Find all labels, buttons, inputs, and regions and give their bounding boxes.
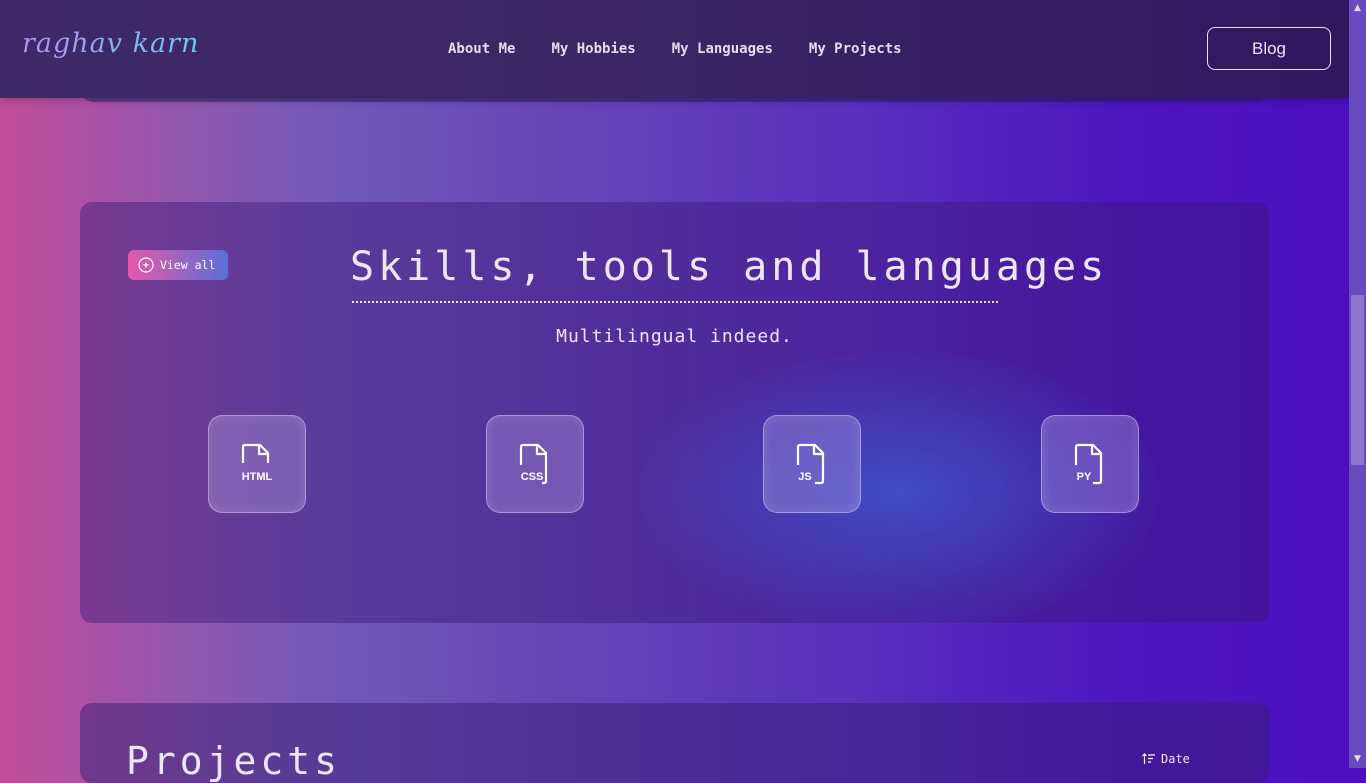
skills-section: View all Skills, tools and languages Mul…	[80, 202, 1269, 623]
main-nav: About Me My Hobbies My Languages My Proj…	[448, 41, 902, 57]
svg-text:PY: PY	[1077, 471, 1092, 483]
projects-title: Projects	[126, 739, 342, 783]
js-file-icon: JS	[796, 443, 825, 485]
blog-button[interactable]: Blog	[1207, 27, 1331, 70]
language-tile-css[interactable]: CSS	[486, 415, 584, 513]
language-tile-html[interactable]: HTML	[208, 415, 306, 513]
svg-text:JS: JS	[798, 471, 811, 483]
view-all-button[interactable]: View all	[128, 250, 228, 280]
language-tile-js[interactable]: JS	[763, 415, 861, 513]
logo[interactable]: raghav karn	[22, 28, 199, 59]
py-file-icon: PY	[1074, 443, 1103, 485]
site-header: raghav karn About Me My Hobbies My Langu…	[0, 0, 1349, 98]
sort-by-date-button[interactable]: Date	[1142, 752, 1190, 766]
sort-label: Date	[1161, 752, 1190, 766]
section-subtitle: Multilingual indeed.	[556, 326, 793, 347]
sparkle-circle-icon	[138, 257, 154, 273]
projects-section: Projects Date	[80, 703, 1269, 783]
svg-text:CSS: CSS	[521, 471, 544, 483]
scrollbar-thumb[interactable]	[1351, 295, 1364, 465]
nav-my-hobbies[interactable]: My Hobbies	[551, 41, 635, 57]
view-all-label: View all	[160, 258, 216, 272]
svg-text:HTML: HTML	[242, 471, 273, 483]
nav-my-languages[interactable]: My Languages	[672, 41, 773, 57]
nav-my-projects[interactable]: My Projects	[809, 41, 902, 57]
vertical-scrollbar[interactable]: ▲ ▼	[1349, 0, 1366, 768]
scroll-down-arrow-icon[interactable]: ▼	[1349, 751, 1366, 768]
sort-icon	[1142, 753, 1155, 764]
section-title: Skills, tools and languages	[350, 244, 1109, 290]
css-file-icon: CSS	[519, 443, 548, 485]
html-file-icon: HTML	[242, 443, 273, 483]
nav-about-me[interactable]: About Me	[448, 41, 515, 57]
language-tile-py[interactable]: PY	[1041, 415, 1139, 513]
scroll-up-arrow-icon[interactable]: ▲	[1349, 0, 1366, 17]
title-underline	[352, 301, 998, 303]
